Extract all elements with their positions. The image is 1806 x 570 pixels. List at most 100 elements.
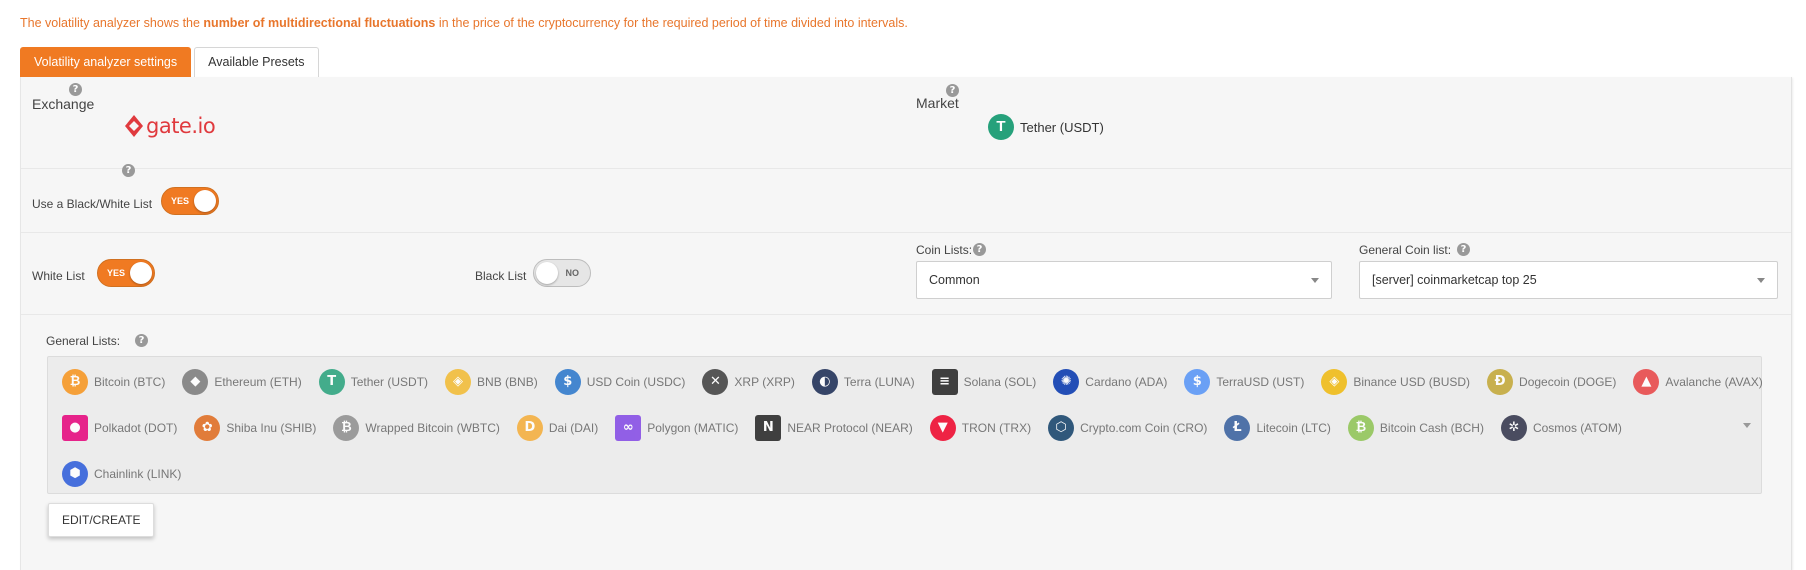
busd-icon: ◈ xyxy=(1321,369,1348,395)
coin-chip[interactable]: ◐ Terra (LUNA) xyxy=(811,369,915,395)
blackwhite-label: Use a Black/White List xyxy=(32,197,153,211)
intro-bold: number of multidirectional fluctuations xyxy=(203,16,436,30)
coin-name: TerraUSD (UST) xyxy=(1216,375,1305,389)
near-icon: N xyxy=(755,415,782,441)
coin-chip[interactable]: ◆ Ethereum (ETH) xyxy=(182,369,302,395)
coin-lists-value: Common xyxy=(929,273,980,287)
edit-create-button[interactable]: EDIT/CREATE xyxy=(48,503,155,537)
coin-chip[interactable]: ⬢ Chainlink (LINK) xyxy=(62,461,181,487)
coin-chip[interactable]: ◈ Binance USD (BUSD) xyxy=(1321,369,1470,395)
coin-name: Shiba Inu (SHIB) xyxy=(226,421,317,435)
ethereum-icon: ◆ xyxy=(182,369,209,395)
chevron-down-icon xyxy=(1311,278,1319,283)
coin-chip[interactable]: ✿ Shiba Inu (SHIB) xyxy=(194,415,316,441)
settings-panel: ? Exchange gate.io ? Market T Tether (US… xyxy=(20,77,1792,570)
polkadot-icon: ● xyxy=(62,415,88,441)
shiba-icon: ✿ xyxy=(194,415,221,441)
whitelist-label: White List xyxy=(32,269,85,283)
whitelist-toggle-knob xyxy=(130,262,152,284)
coin-chip[interactable]: $ TerraUSD (UST) xyxy=(1184,369,1304,395)
polygon-icon: ∞ xyxy=(615,415,642,441)
tab-available-presets[interactable]: Available Presets xyxy=(194,47,319,77)
coin-name: Crypto.com Coin (CRO) xyxy=(1080,421,1208,435)
coin-chip[interactable]: ▲ Avalanche (AVAX) xyxy=(1633,369,1763,395)
market-select[interactable]: T Tether (USDT) xyxy=(988,114,1104,140)
bitcoin-icon: ₿ xyxy=(62,369,88,395)
coin-chip[interactable]: ◈ BNB (BNB) xyxy=(445,369,538,395)
dogecoin-icon: Ð xyxy=(1487,369,1514,395)
general-coin-list-label: General Coin list: xyxy=(1359,243,1452,257)
blacklist-label: Black List xyxy=(475,269,527,283)
usdc-icon: $ xyxy=(554,369,581,395)
coin-chip[interactable]: ⬡ Crypto.com Coin (CRO) xyxy=(1048,415,1207,441)
tether-icon: T xyxy=(318,369,345,395)
whitelist-toggle[interactable]: YES xyxy=(97,259,155,287)
general-coin-list-select[interactable]: [server] coinmarketcap top 25 xyxy=(1359,261,1778,299)
blackwhite-toggle-label: YES xyxy=(171,196,190,206)
general-lists-help-icon[interactable]: ? xyxy=(135,334,148,347)
blacklist-toggle-knob xyxy=(536,262,558,284)
coin-chip[interactable]: ✕ XRP (XRP) xyxy=(702,369,795,395)
blackwhite-section: ? Use a Black/White List YES xyxy=(21,164,1791,233)
gate-io-logo[interactable]: gate.io xyxy=(124,114,216,138)
lists-section: White List YES Black List NO Coin Lists:… xyxy=(21,233,1791,315)
tether-icon: T xyxy=(988,114,1014,140)
blackwhite-toggle[interactable]: YES xyxy=(161,187,219,215)
coin-name: Litecoin (LTC) xyxy=(1256,421,1331,435)
coin-name: Bitcoin (BTC) xyxy=(94,375,166,389)
coin-name: Wrapped Bitcoin (WBTC) xyxy=(365,421,500,435)
coin-name: Binance USD (BUSD) xyxy=(1353,375,1471,389)
chevron-down-icon xyxy=(1757,278,1765,283)
coin-name: Cardano (ADA) xyxy=(1085,375,1168,389)
general-coin-list-help-icon[interactable]: ? xyxy=(1457,243,1470,256)
coin-chip[interactable]: ₿ Bitcoin (BTC) xyxy=(62,369,165,395)
terra-icon: ◐ xyxy=(811,369,838,395)
coin-chip[interactable]: Ł Litecoin (LTC) xyxy=(1224,415,1331,441)
avalanche-icon: ▲ xyxy=(1633,369,1660,395)
intro-text: The volatility analyzer shows the number… xyxy=(20,16,908,30)
terrausd-icon: $ xyxy=(1184,369,1211,395)
coin-chip[interactable]: ● Polkadot (DOT) xyxy=(62,415,177,441)
market-value: Tether (USDT) xyxy=(1020,119,1104,135)
coin-name: Terra (LUNA) xyxy=(843,375,915,389)
bnb-icon: ◈ xyxy=(445,369,472,395)
coin-chip[interactable]: ✲ Cosmos (ATOM) xyxy=(1500,415,1622,441)
coin-name: Cosmos (ATOM) xyxy=(1532,421,1622,435)
cardano-icon: ✺ xyxy=(1053,369,1080,395)
litecoin-icon: Ł xyxy=(1224,415,1251,441)
coin-name: Dogecoin (DOGE) xyxy=(1519,375,1617,389)
coin-name: Tether (USDT) xyxy=(350,375,429,389)
coin-chip[interactable]: ₿ Bitcoin Cash (BCH) xyxy=(1347,415,1484,441)
coin-chip[interactable]: ▼ TRON (TRX) xyxy=(929,415,1031,441)
coin-name: Polygon (MATIC) xyxy=(647,421,739,435)
tron-icon: ▼ xyxy=(929,415,956,441)
coin-chip[interactable]: N NEAR Protocol (NEAR) xyxy=(755,415,913,441)
blacklist-toggle[interactable]: NO xyxy=(533,259,591,287)
coin-row: ⬢ Chainlink (LINK) xyxy=(62,459,198,489)
coin-chip[interactable]: ₿ Wrapped Bitcoin (WBTC) xyxy=(333,415,500,441)
gate-io-logo-icon xyxy=(125,115,143,137)
general-lists-box[interactable]: ₿ Bitcoin (BTC) ◆ Ethereum (ETH) T Tether (US… xyxy=(47,356,1763,494)
chevron-down-icon[interactable] xyxy=(1743,423,1751,428)
coin-lists-help-icon[interactable]: ? xyxy=(973,243,986,256)
coin-chip[interactable]: ✺ Cardano (ADA) xyxy=(1053,369,1167,395)
coin-row: ₿ Bitcoin (BTC) ◆ Ethereum (ETH) T Tether (US… xyxy=(62,367,1780,397)
coin-chip[interactable]: D Dai (DAI) xyxy=(516,415,598,441)
solana-icon: ≡ xyxy=(931,369,958,395)
coin-chip[interactable]: T Tether (USDT) xyxy=(318,369,429,395)
cro-icon: ⬡ xyxy=(1048,415,1075,441)
coin-row: ● Polkadot (DOT) ✿ Shiba Inu (SHIB) ₿ Wrapped… xyxy=(62,413,1639,443)
blackwhite-help-icon[interactable]: ? xyxy=(122,164,135,177)
general-coin-list-value: [server] coinmarketcap top 25 xyxy=(1372,273,1537,287)
coin-name: XRP (XRP) xyxy=(734,375,795,389)
whitelist-toggle-label: YES xyxy=(107,268,126,278)
coin-name: USD Coin (USDC) xyxy=(586,375,686,389)
coin-chip[interactable]: ≡ Solana (SOL) xyxy=(931,369,1036,395)
coin-chip[interactable]: ∞ Polygon (MATIC) xyxy=(615,415,738,441)
coin-name: BNB (BNB) xyxy=(477,375,538,389)
tab-volatility-settings[interactable]: Volatility analyzer settings xyxy=(20,47,192,77)
coin-chip[interactable]: Ð Dogecoin (DOGE) xyxy=(1487,369,1616,395)
exchange-help-icon[interactable]: ? xyxy=(69,83,82,96)
coin-lists-select[interactable]: Common xyxy=(916,261,1332,299)
coin-chip[interactable]: $ USD Coin (USDC) xyxy=(554,369,686,395)
